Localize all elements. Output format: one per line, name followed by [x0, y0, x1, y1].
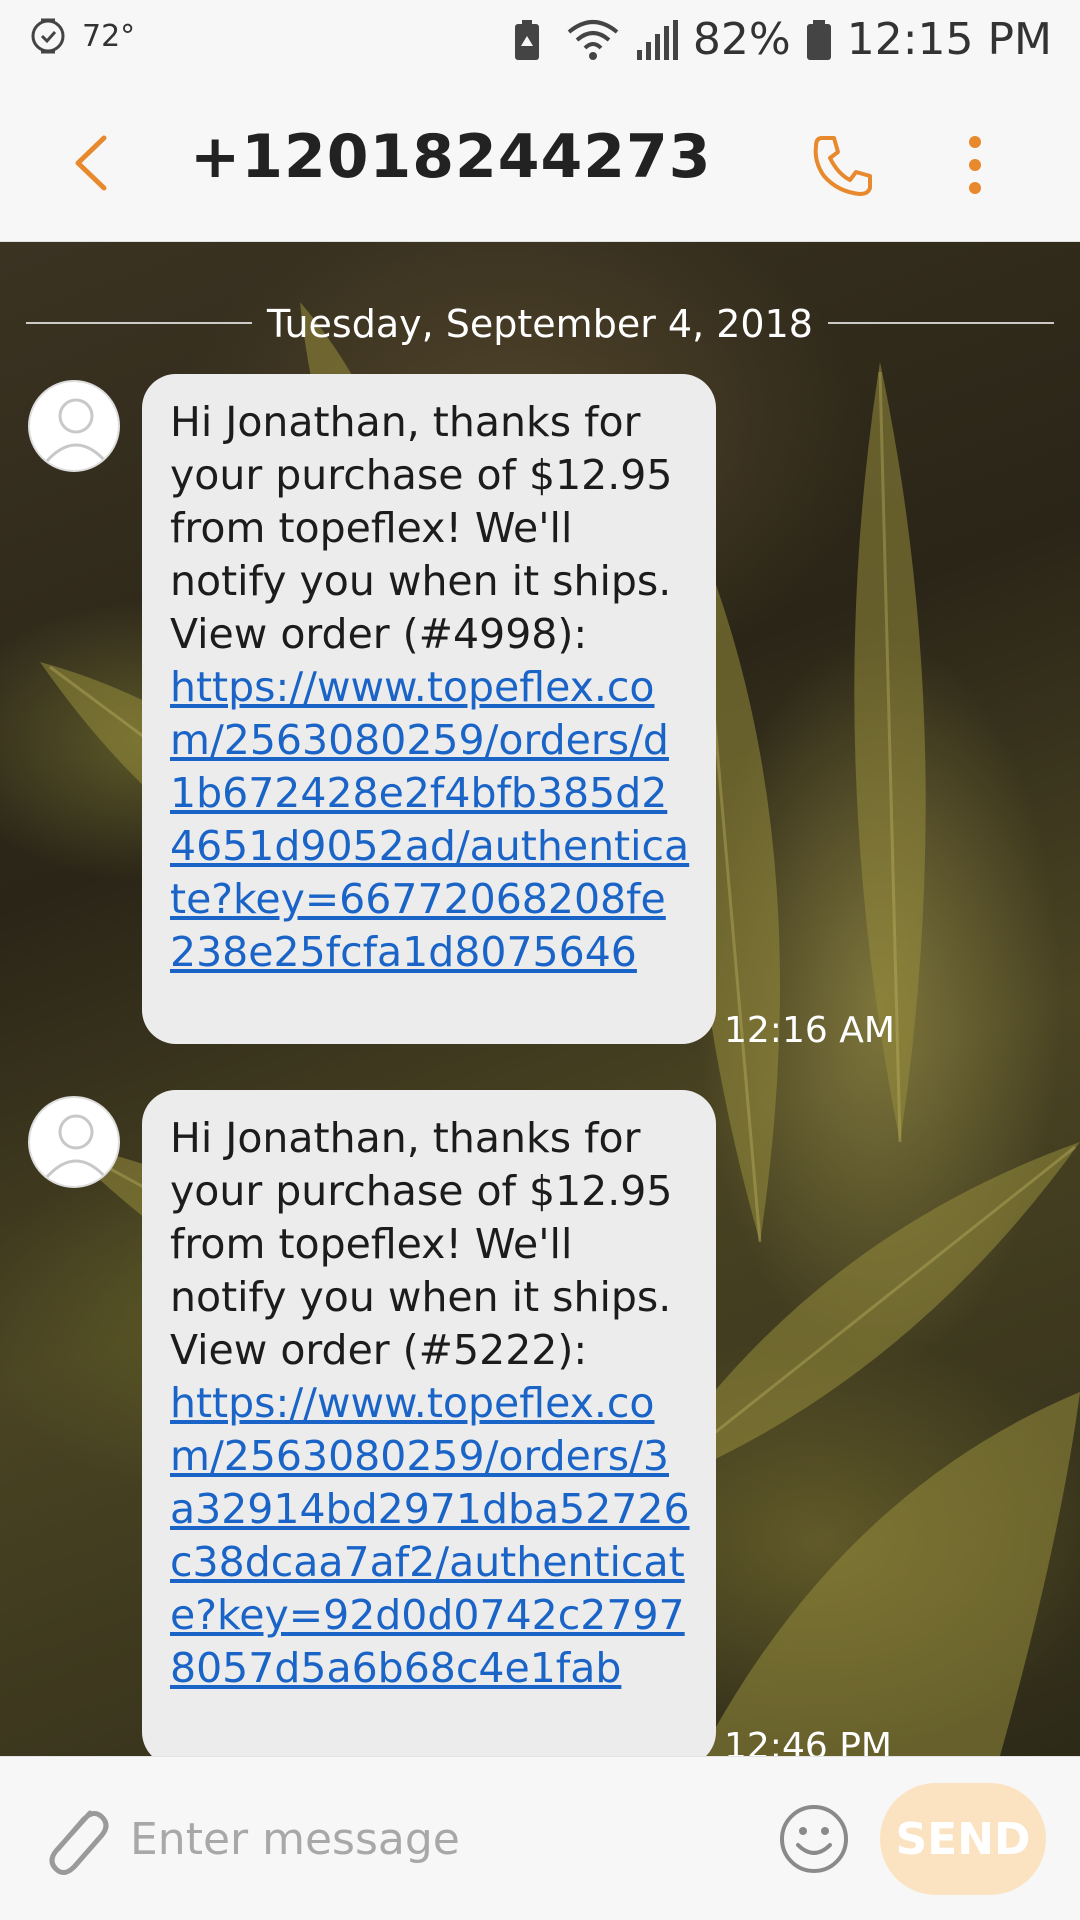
attach-button[interactable] [38, 1799, 114, 1879]
send-button[interactable]: SEND [880, 1783, 1046, 1895]
more-vert-icon [969, 136, 981, 194]
app-bar: +12018244273 [0, 84, 1080, 242]
conversation-view[interactable]: Tuesday, September 4, 2018 Hi Jonathan, … [0, 242, 1080, 1756]
message-text: Hi Jonathan, thanks for your purchase of… [170, 398, 673, 658]
smiley-icon [780, 1805, 848, 1873]
temperature-text: 72° [82, 18, 136, 54]
call-button[interactable] [808, 130, 878, 200]
battery-saver-icon [511, 18, 551, 62]
watch-icon [28, 14, 68, 58]
order-link[interactable]: https://www.topeflex.com/2563080259/orde… [170, 661, 690, 979]
more-options-button[interactable] [950, 130, 1000, 200]
wifi-icon [565, 18, 621, 62]
message-input[interactable] [130, 1791, 750, 1887]
divider-line [26, 322, 252, 324]
message-bubble[interactable]: Hi Jonathan, thanks for your purchase of… [142, 374, 716, 1044]
date-divider: Tuesday, September 4, 2018 [0, 262, 1080, 346]
battery-percent-text: 82% [692, 14, 791, 65]
person-icon [44, 398, 108, 463]
signal-icon [635, 18, 679, 62]
person-icon [44, 1114, 108, 1179]
paperclip-icon [49, 1810, 109, 1875]
order-link[interactable]: https://www.topeflex.com/2563080259/orde… [170, 1377, 690, 1695]
message-composer: SEND [0, 1756, 1080, 1920]
message-text: Hi Jonathan, thanks for your purchase of… [170, 1114, 673, 1374]
divider-line [828, 322, 1054, 324]
battery-icon [805, 18, 833, 62]
status-bar: 72° 82% 12:15 PM [0, 0, 1080, 84]
clock-text: 12:15 PM [846, 14, 1052, 65]
contact-avatar[interactable] [28, 1096, 120, 1188]
phone-icon [813, 136, 872, 196]
contact-title: +12018244273 [190, 122, 712, 192]
back-button[interactable] [62, 128, 122, 198]
date-text: Tuesday, September 4, 2018 [267, 302, 813, 346]
contact-avatar[interactable] [28, 380, 120, 472]
message-bubble[interactable]: Hi Jonathan, thanks for your purchase of… [142, 1090, 716, 1756]
message-time: 12:46 PM [724, 1726, 892, 1756]
chevron-left-icon [75, 135, 107, 191]
message-time: 12:16 AM [724, 1010, 895, 1051]
emoji-button[interactable] [776, 1801, 852, 1877]
